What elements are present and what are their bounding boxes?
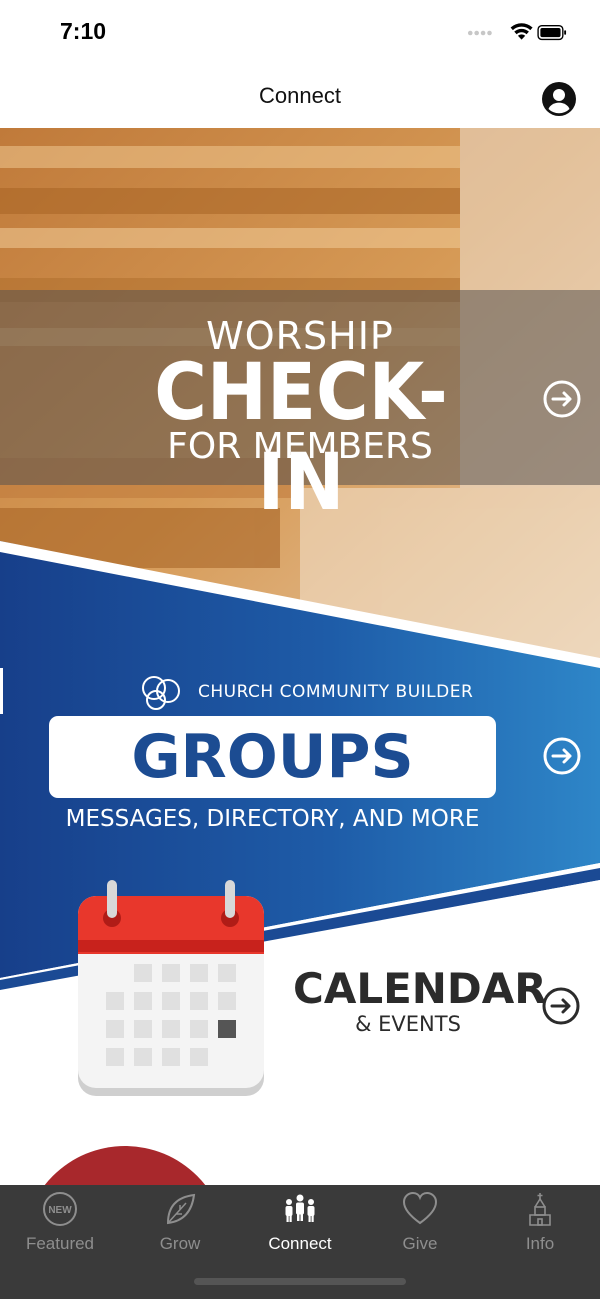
signal-icon — [467, 30, 492, 36]
groups-banner[interactable] — [0, 648, 600, 878]
tab-connect[interactable]: Connect — [240, 1185, 360, 1265]
tab-label: Info — [525, 1234, 555, 1253]
content-feed: WORSHIP CHECK-IN FOR MEMBERS CHURCH COMM… — [0, 128, 600, 1185]
nav-bar: Connect — [0, 66, 600, 128]
status-time: 7:10 — [60, 18, 107, 44]
tab-label: Give — [402, 1234, 438, 1253]
tab-label: Grow — [159, 1234, 201, 1253]
tab-give[interactable]: Give — [360, 1185, 480, 1265]
new-badge-text: NEW — [48, 1205, 72, 1216]
heart-icon — [402, 1191, 438, 1225]
leaf-icon — [166, 1193, 196, 1225]
people-icon — [285, 1194, 315, 1222]
new-badge-icon: NEW — [43, 1192, 77, 1226]
tab-label: Featured — [25, 1234, 95, 1253]
tab-label: Connect — [268, 1234, 332, 1253]
profile-icon[interactable] — [542, 82, 576, 116]
church-icon — [529, 1193, 551, 1226]
wifi-icon — [510, 23, 533, 40]
page-title: Connect — [259, 83, 341, 108]
tab-grow[interactable]: Grow — [120, 1185, 240, 1265]
worship-banner[interactable] — [0, 290, 600, 485]
calendar-banner[interactable] — [0, 878, 600, 1108]
home-indicator — [194, 1278, 406, 1285]
battery-icon — [537, 24, 567, 41]
status-icons — [467, 23, 567, 41]
tab-featured[interactable]: NEW Featured — [0, 1185, 120, 1265]
tab-info[interactable]: Info — [480, 1185, 600, 1265]
status-bar: 7:10 — [0, 0, 600, 66]
